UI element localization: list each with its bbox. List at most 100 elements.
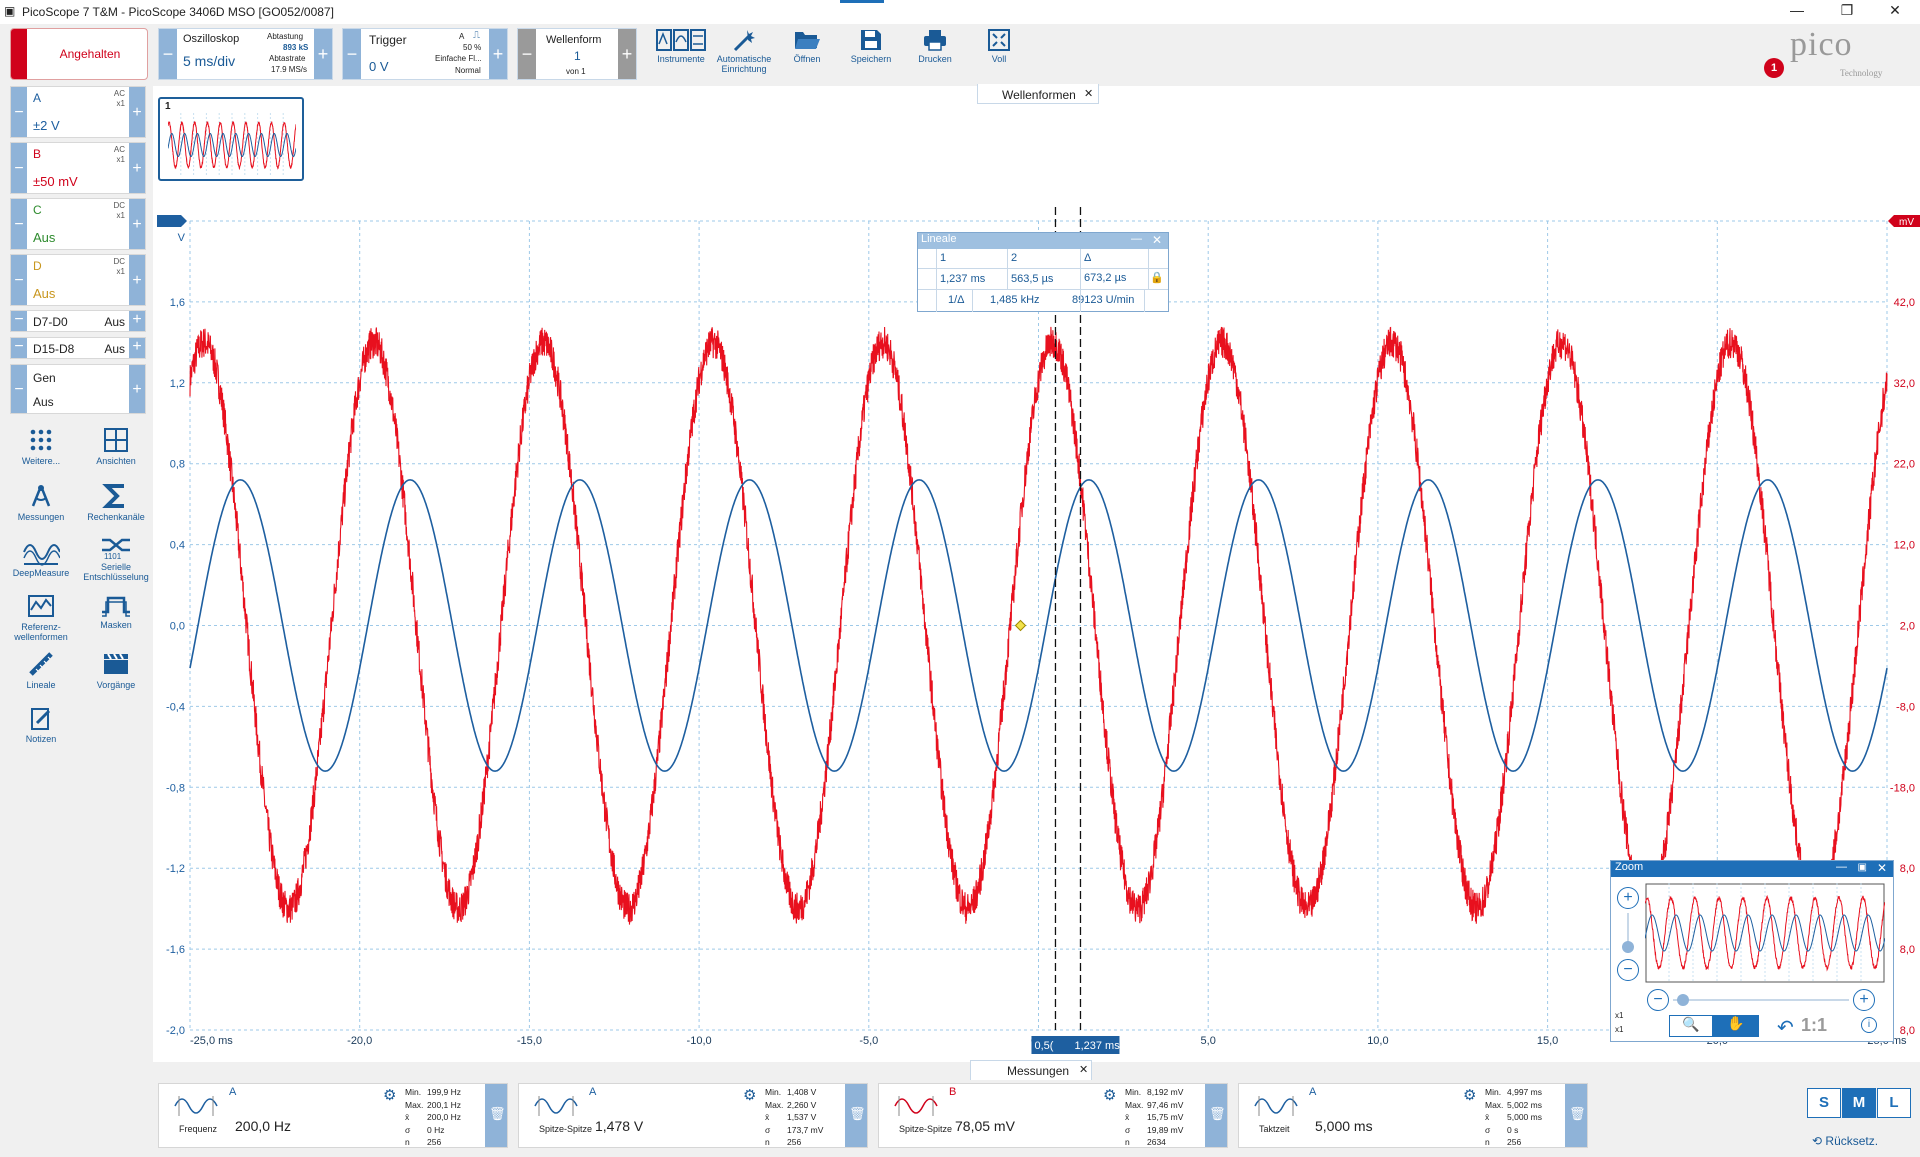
delete-measurement-button[interactable]: 🗑 [485,1084,507,1147]
rulers-window[interactable]: Lineale — ✕ 1 2 Δ 1,237 ms 563,5 µs 673,… [917,232,1169,312]
close-rulers-icon[interactable]: ✕ [1152,233,1162,247]
actions-button[interactable]: Vorgänge [81,650,151,690]
maximize-zoom-icon[interactable]: ▣ [1858,862,1867,873]
left-tick-label: -0,4 [166,701,185,713]
size-small-button[interactable]: S [1807,1088,1841,1118]
timebase-minus-button[interactable]: − [159,29,177,79]
waveform-next-button[interactable]: + [618,29,636,79]
horizontal-zoom-slider[interactable] [1677,994,1689,1006]
deepmeasure-button[interactable]: DeepMeasure [6,538,76,578]
auto-setup-button[interactable]: Automatische Einrichtung [713,28,775,78]
digital-d15-d8-minus-button[interactable]: − [11,338,27,358]
views-button[interactable]: Ansichten [81,426,151,466]
digital-d7-d0-plus-button[interactable]: + [129,311,145,331]
gear-icon[interactable]: ⚙ [743,1086,756,1104]
print-button[interactable]: Drucken [904,28,966,78]
channel-b-plus-button[interactable]: + [129,143,145,193]
instruments-button[interactable]: Instrumente [650,28,712,78]
math-channels-button[interactable]: Rechenkanäle [81,482,151,522]
undo-zoom-icon[interactable]: ↶ [1777,1015,1794,1040]
size-large-button[interactable]: L [1877,1088,1911,1118]
pan-tool-button[interactable]: ✋ [1713,1015,1759,1037]
measurements-button[interactable]: Messungen [6,482,76,522]
minimize-zoom-icon[interactable]: — [1836,861,1847,873]
zoom-out-horizontal-button[interactable]: − [1647,989,1669,1011]
close-waveforms-icon[interactable]: ✕ [1084,87,1093,100]
vertical-zoom-slider[interactable] [1622,941,1634,953]
measurement-card[interactable]: B Spitze-Spitze 78,05 mV ⚙ Min. 8,192 mV Max. 9… [878,1083,1228,1148]
channel-d-minus-button[interactable]: − [11,255,27,305]
digital-d15-d8-plus-button[interactable]: + [129,338,145,358]
trigger-minus-button[interactable]: − [343,29,361,79]
trash-icon: 🗑 [849,1106,866,1121]
delete-measurement-button[interactable]: 🗑 [1205,1084,1227,1147]
rulers-button[interactable]: Lineale [6,650,76,690]
close-icon[interactable]: ✕ [1872,2,1918,22]
channel-a-plus-button[interactable]: + [129,87,145,137]
fullscreen-button[interactable]: Voll [968,28,1030,78]
zoom-out-vertical-button[interactable]: − [1617,959,1639,981]
minimize-icon[interactable]: — [1774,2,1820,22]
zoom-tool-button[interactable]: 🔍 [1669,1015,1713,1037]
channel-c[interactable]: − C DC x1 Aus + [10,198,146,250]
serial-decoding-button[interactable]: 1101 Serielle Entschlüsselung [81,536,151,582]
channel-a-minus-button[interactable]: − [11,87,27,137]
close-measurements-icon[interactable]: ✕ [1079,1063,1088,1076]
close-zoom-icon[interactable]: ✕ [1877,861,1887,875]
digital-d15-d8[interactable]: − D15-D8 Aus + [10,337,146,359]
signal-generator[interactable]: − Gen Aus + [10,364,146,414]
notification-badge[interactable]: 1 [1764,58,1784,78]
gear-icon[interactable]: ⚙ [1103,1086,1116,1104]
gear-icon[interactable]: ⚙ [383,1086,396,1104]
restore-icon[interactable]: ❐ [1824,2,1870,22]
timebase-plus-button[interactable]: + [314,29,332,79]
timebase-control[interactable]: − Oszilloskop 5 ms/div Abtastung 893 kS … [158,28,333,80]
reset-button[interactable]: ⟲ Rücksetz. [1812,1134,1878,1148]
delete-measurement-button[interactable]: 🗑 [1565,1084,1587,1147]
more-button[interactable]: Weitere... [6,426,76,466]
digital-d7-d0-minus-button[interactable]: − [11,311,27,331]
save-button[interactable]: Speichern [840,28,902,78]
digital-d7-d0[interactable]: − D7-D0 Aus + [10,310,146,332]
left-tick-label: 1,2 [170,378,185,390]
open-button[interactable]: Öffnen [776,28,838,78]
delete-measurement-button[interactable]: 🗑 [845,1084,867,1147]
channel-b[interactable]: − B AC x1 ±50 mV + [10,142,146,194]
measurement-card[interactable]: A Taktzeit 5,000 ms ⚙ Min. 4,997 ms Max. 5,002 … [1238,1083,1588,1148]
tab-waveforms[interactable]: Wellenformen ✕ [977,84,1099,104]
channel-c-plus-button[interactable]: + [129,199,145,249]
minimize-rulers-icon[interactable]: — [1131,233,1142,245]
generator-minus-button[interactable]: − [11,365,27,413]
tab-measurements[interactable]: Messungen ✕ [970,1060,1092,1080]
zoom-in-horizontal-button[interactable]: + [1853,989,1875,1011]
channel-c-minus-button[interactable]: − [11,199,27,249]
right-tick-label: 8,0 [1900,944,1915,956]
waveform-prev-button[interactable]: − [518,29,536,79]
x-tick-label: -5,0 [859,1035,878,1047]
channel-a[interactable]: − A AC x1 ±2 V + [10,86,146,138]
trigger-plus-button[interactable]: + [489,29,507,79]
lock-icon[interactable]: 🔒 [1150,271,1164,284]
channel-d-plus-button[interactable]: + [129,255,145,305]
zoom-in-vertical-button[interactable]: + [1617,887,1639,909]
gear-icon[interactable]: ⚙ [1463,1086,1476,1104]
info-icon[interactable]: i [1861,1017,1877,1033]
notes-button[interactable]: Notizen [6,706,76,744]
generator-plus-button[interactable]: + [129,365,145,413]
measurement-card[interactable]: A Frequenz 200,0 Hz ⚙ Min. 199,9 Hz Max. 200,1 … [158,1083,508,1148]
zoom-ratio-button[interactable]: 1:1 [1801,1015,1827,1036]
measurement-card[interactable]: A Spitze-Spitze 1,478 V ⚙ Min. 1,408 V Max. 2,2… [518,1083,868,1148]
zoom-window[interactable]: Zoom — ▣ ✕ + − − + x1 x1 🔍 ✋ ↶ 1:1 i [1610,860,1894,1042]
size-medium-button[interactable]: M [1842,1088,1876,1118]
measurement-value: 200,0 Hz [235,1118,292,1134]
zoom-overview-plot[interactable] [1645,883,1885,983]
waveform-control[interactable]: − Wellenform 1 von 1 + [517,28,637,80]
run-stop-button[interactable]: Angehalten [10,28,148,80]
reference-waveforms-button[interactable]: Referenz-wellenformen [6,594,76,642]
channel-d[interactable]: − D DC x1 Aus + [10,254,146,306]
channel-b-minus-button[interactable]: − [11,143,27,193]
instruments-icon [656,29,706,51]
waveform-thumbnail[interactable]: 1 [158,97,304,181]
trigger-control[interactable]: − Trigger 0 V A ⎍ 50 % Einfache Fl... No… [342,28,508,80]
masks-button[interactable]: Masken [81,594,151,630]
